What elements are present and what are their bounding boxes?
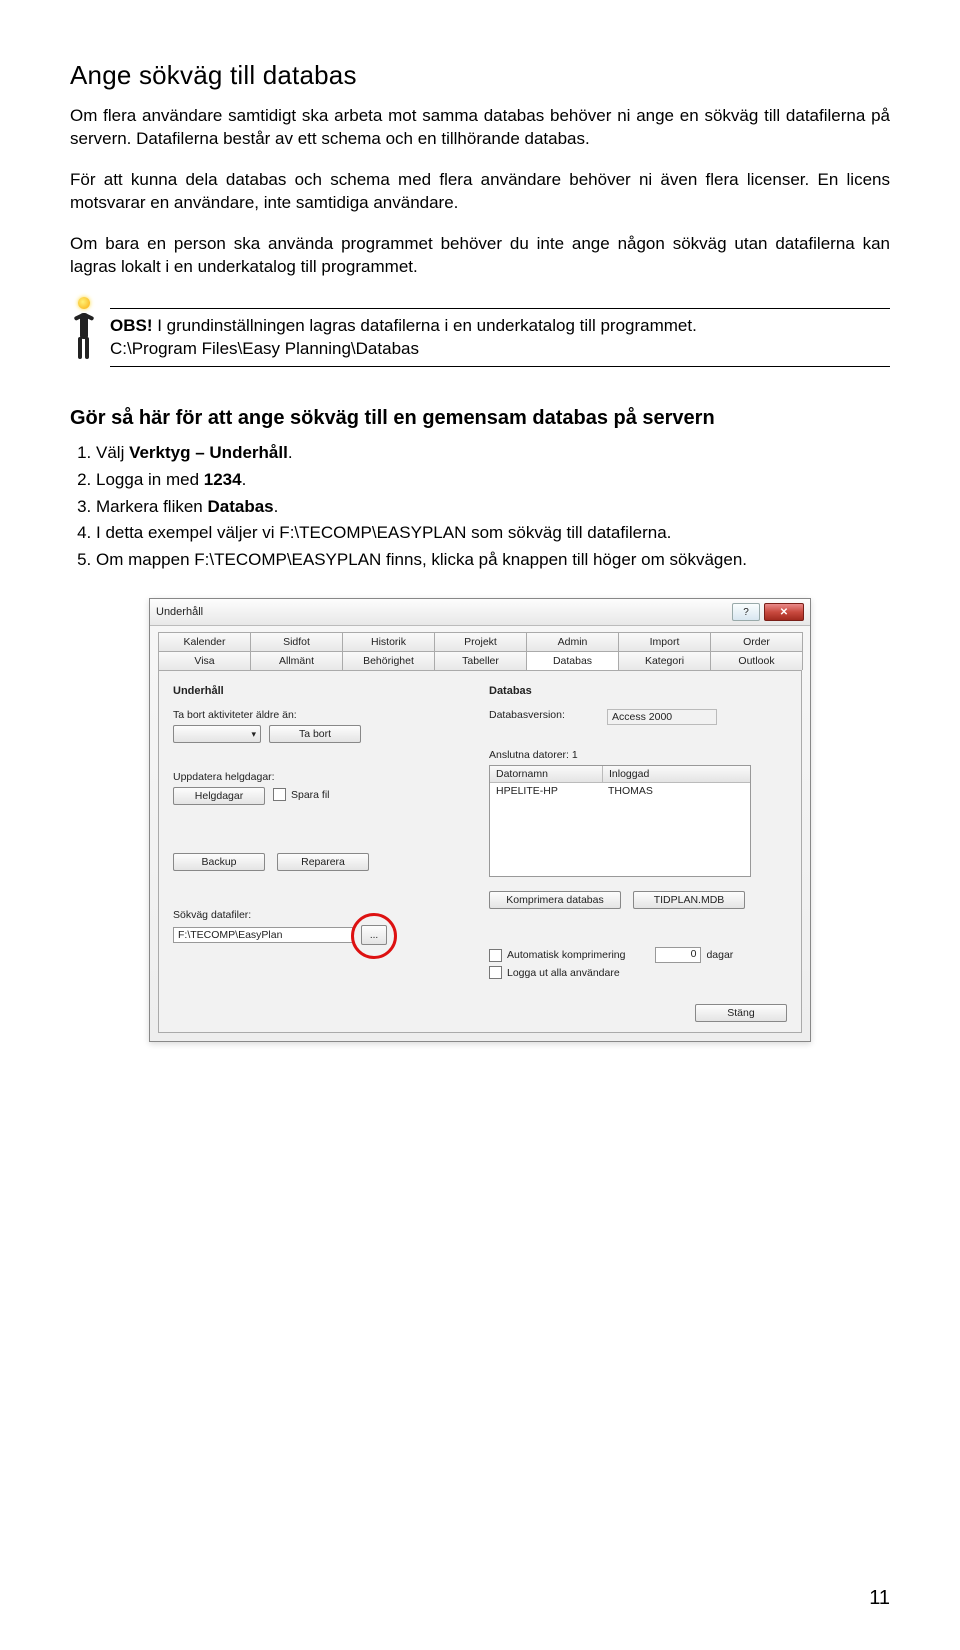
- tidplan-button[interactable]: TIDPLAN.MDB: [633, 891, 745, 909]
- dialog-titlebar: Underhåll ? ✕: [150, 599, 810, 626]
- chevron-down-icon: ▾: [251, 729, 256, 740]
- tab-visa[interactable]: Visa: [158, 651, 251, 670]
- tab-databas[interactable]: Databas: [526, 651, 619, 670]
- step-4: I detta exempel väljer vi F:\TECOMP\EASY…: [96, 522, 890, 545]
- tab-kalender[interactable]: Kalender: [158, 632, 251, 651]
- steps-list: Välj Verktyg – Underhåll. Logga in med 1…: [70, 442, 890, 573]
- dbversion-label: Databasversion:: [489, 709, 599, 721]
- page-number: 11: [869, 1587, 890, 1610]
- obs-sentence: I grundinställningen lagras datafilerna …: [153, 316, 697, 335]
- dbversion-value: Access 2000: [607, 709, 717, 725]
- tab-row-2: Visa Allmänt Behörighet Tabeller Databas…: [150, 651, 810, 670]
- tab-outlook[interactable]: Outlook: [710, 651, 803, 670]
- help-button[interactable]: ?: [732, 603, 760, 621]
- paragraph-1: Om flera användare samtidigt ska arbeta …: [70, 105, 890, 151]
- older-than-label: Ta bort aktiviteter äldre än:: [173, 709, 471, 721]
- col-loggedin: Inloggad: [603, 766, 750, 782]
- tab-sidfot[interactable]: Sidfot: [250, 632, 343, 651]
- older-than-dropdown[interactable]: ▾: [173, 725, 261, 743]
- tab-projekt[interactable]: Projekt: [434, 632, 527, 651]
- tab-allmant[interactable]: Allmänt: [250, 651, 343, 670]
- days-label: dagar: [706, 949, 733, 961]
- days-input[interactable]: 0: [655, 947, 701, 963]
- underhall-dialog: Underhåll ? ✕ Kalender Sidfot Historik P…: [149, 598, 811, 1042]
- group-underhall: Underhåll: [173, 685, 471, 697]
- obs-label: OBS!: [110, 316, 153, 335]
- obs-note: OBS! I grundinställningen lagras datafil…: [70, 297, 890, 367]
- window-close-button[interactable]: ✕: [764, 603, 804, 621]
- left-column: Underhåll Ta bort aktiviteter äldre än: …: [173, 685, 471, 982]
- dialog-title: Underhåll: [156, 606, 203, 618]
- cell-computer: HPELITE-HP: [490, 783, 602, 799]
- remove-button[interactable]: Ta bort: [269, 725, 361, 743]
- step-5: Om mappen F:\TECOMP\EASYPLAN finns, klic…: [96, 549, 890, 572]
- col-computer: Datornamn: [490, 766, 603, 782]
- connected-list[interactable]: Datornamn Inloggad HPELITE-HP THOMAS: [489, 765, 751, 877]
- tab-import[interactable]: Import: [618, 632, 711, 651]
- close-button[interactable]: Stäng: [695, 1004, 787, 1022]
- compress-button[interactable]: Komprimera databas: [489, 891, 621, 909]
- connected-label: Anslutna datorer: 1: [489, 749, 787, 761]
- idea-figure-icon: [70, 297, 98, 367]
- browse-button[interactable]: ...: [361, 925, 387, 945]
- tab-order[interactable]: Order: [710, 632, 803, 651]
- auto-compress-checkbox[interactable]: Automatisk komprimering 0 dagar: [489, 947, 787, 963]
- list-row: HPELITE-HP THOMAS: [490, 783, 750, 799]
- update-holidays-label: Uppdatera helgdagar:: [173, 771, 471, 783]
- backup-button[interactable]: Backup: [173, 853, 265, 871]
- group-databas: Databas: [489, 685, 787, 697]
- step-1: Välj Verktyg – Underhåll.: [96, 442, 890, 465]
- step-3: Markera fliken Databas.: [96, 496, 890, 519]
- dialog-body: Underhåll Ta bort aktiviteter äldre än: …: [158, 670, 802, 1033]
- tab-admin[interactable]: Admin: [526, 632, 619, 651]
- save-file-checkbox[interactable]: Spara fil: [273, 788, 330, 801]
- section-subtitle: Gör så här för att ange sökväg till en g…: [70, 407, 890, 430]
- step-2: Logga in med 1234.: [96, 469, 890, 492]
- tab-row-1: Kalender Sidfot Historik Projekt Admin I…: [150, 626, 810, 651]
- paragraph-3: Om bara en person ska använda programmet…: [70, 233, 890, 279]
- logout-all-checkbox[interactable]: Logga ut alla användare: [489, 966, 787, 979]
- path-label: Sökväg datafiler:: [173, 909, 471, 921]
- paragraph-2: För att kunna dela databas och schema me…: [70, 169, 890, 215]
- tab-historik[interactable]: Historik: [342, 632, 435, 651]
- obs-path: C:\Program Files\Easy Planning\Databas: [110, 339, 419, 358]
- cell-user: THOMAS: [602, 783, 659, 799]
- obs-text: OBS! I grundinställningen lagras datafil…: [110, 308, 890, 366]
- path-input[interactable]: F:\TECOMP\EasyPlan: [173, 927, 353, 943]
- page-title: Ange sökväg till databas: [70, 60, 890, 91]
- holidays-button[interactable]: Helgdagar: [173, 787, 265, 805]
- tab-behorighet[interactable]: Behörighet: [342, 651, 435, 670]
- repair-button[interactable]: Reparera: [277, 853, 369, 871]
- tab-tabeller[interactable]: Tabeller: [434, 651, 527, 670]
- right-column: Databas Databasversion: Access 2000 Ansl…: [489, 685, 787, 982]
- tab-kategori[interactable]: Kategori: [618, 651, 711, 670]
